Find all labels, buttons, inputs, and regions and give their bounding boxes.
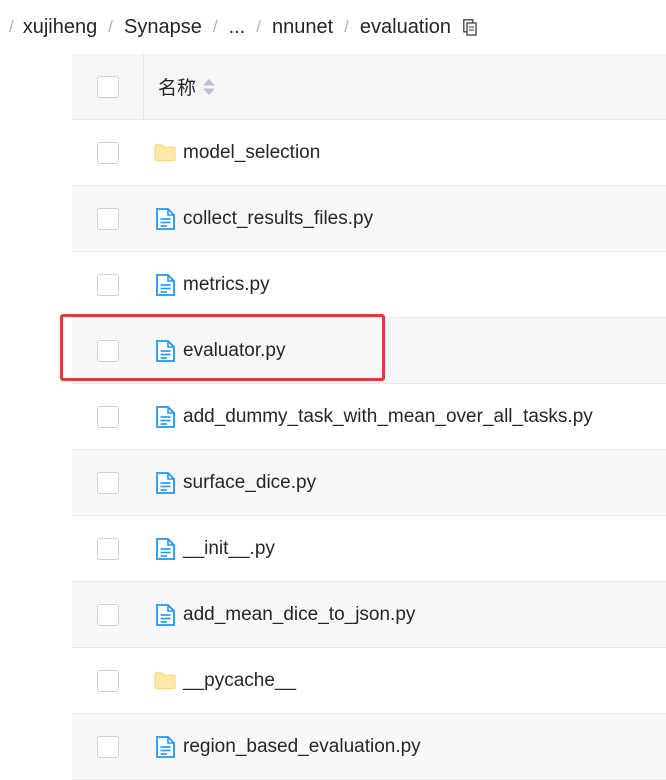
table-header: 名称 [72,54,666,120]
row-name-cell: add_dummy_task_with_mean_over_all_tasks.… [144,406,666,428]
breadcrumb-item-repo[interactable]: Synapse [124,16,202,39]
row-checkbox-cell [72,582,144,647]
row-checkbox[interactable] [97,141,119,164]
file-icon [154,207,176,230]
row-checkbox[interactable] [97,603,119,626]
file-icon [154,405,176,428]
table-row[interactable]: add_dummy_task_with_mean_over_all_tasks.… [72,384,666,450]
table-row[interactable]: add_mean_dice_to_json.py [72,582,666,648]
file-name-link[interactable]: __init__.py [183,538,275,560]
file-browser-page: / xujiheng / Synapse / ... / nnunet / ev… [0,0,666,780]
row-name-cell: surface_dice.py [144,472,666,494]
row-checkbox-cell [72,186,144,251]
row-checkbox[interactable] [97,273,119,296]
row-checkbox-cell [72,318,144,383]
row-checkbox[interactable] [97,207,119,230]
row-checkbox-cell [72,450,144,515]
breadcrumb-item-user[interactable]: xujiheng [23,16,98,39]
row-name-cell: collect_results_files.py [144,208,666,230]
row-checkbox[interactable] [97,471,119,494]
table-row[interactable]: surface_dice.py [72,450,666,516]
table-row[interactable]: __init__.py [72,516,666,582]
row-checkbox-cell [72,648,144,713]
file-icon [154,603,176,626]
file-name-link[interactable]: add_mean_dice_to_json.py [183,604,415,626]
folder-name-link[interactable]: model_selection [183,142,320,164]
folder-icon [154,670,176,692]
row-name-cell: __init__.py [144,538,666,560]
file-name-link[interactable]: add_dummy_task_with_mean_over_all_tasks.… [183,406,593,428]
row-name-cell: region_based_evaluation.py [144,736,666,758]
file-icon [154,537,176,560]
file-name-link[interactable]: metrics.py [183,274,270,296]
breadcrumb: / xujiheng / Synapse / ... / nnunet / ev… [0,0,666,54]
breadcrumb-item-ellipsis[interactable]: ... [229,16,246,39]
row-checkbox[interactable] [97,537,119,560]
select-all-checkbox[interactable] [96,75,119,98]
row-checkbox-cell [72,516,144,581]
row-checkbox-cell [72,252,144,317]
file-icon [154,339,176,362]
row-name-cell: add_mean_dice_to_json.py [144,604,666,626]
file-icon [154,735,176,758]
folder-name-link[interactable]: __pycache__ [183,670,296,692]
row-checkbox-cell [72,714,144,779]
file-name-link[interactable]: region_based_evaluation.py [183,736,421,758]
row-name-cell: evaluator.py [144,340,666,362]
breadcrumb-separator: / [344,17,349,36]
row-checkbox[interactable] [97,339,119,362]
row-checkbox-cell [72,120,144,185]
breadcrumb-separator: / [9,17,14,36]
header-name-cell[interactable]: 名称 [144,73,666,100]
table-row[interactable]: __pycache__ [72,648,666,714]
table-body: model_selection collect_results_files.pym… [72,120,666,780]
breadcrumb-separator: / [108,17,113,36]
header-checkbox-cell [72,54,144,119]
breadcrumb-item-nnunet[interactable]: nnunet [272,16,333,39]
row-checkbox[interactable] [97,405,119,428]
sort-icon[interactable] [202,78,216,96]
row-name-cell: metrics.py [144,274,666,296]
breadcrumb-separator: / [212,17,218,36]
breadcrumb-item-current: evaluation [359,15,452,38]
row-name-cell: model_selection [144,142,666,164]
file-name-link[interactable]: collect_results_files.py [183,208,373,230]
table-row[interactable]: region_based_evaluation.py [72,714,666,780]
row-checkbox-cell [72,384,144,449]
column-header-name[interactable]: 名称 [158,73,196,100]
file-icon [154,273,176,296]
file-name-link[interactable]: surface_dice.py [183,472,316,494]
breadcrumb-separator: / [256,17,261,36]
table-row[interactable]: collect_results_files.py [72,186,666,252]
table-row[interactable]: metrics.py [72,252,666,318]
file-name-link[interactable]: evaluator.py [183,340,285,362]
row-name-cell: __pycache__ [144,670,666,692]
folder-icon [154,142,176,164]
row-checkbox[interactable] [97,735,119,758]
table-row[interactable]: model_selection [72,120,666,186]
file-table: 名称 model_selection collect_results_files.… [72,54,666,780]
file-icon [154,471,176,494]
row-checkbox[interactable] [97,669,119,692]
copy-icon[interactable] [462,18,478,36]
table-row[interactable]: evaluator.py [72,318,666,384]
